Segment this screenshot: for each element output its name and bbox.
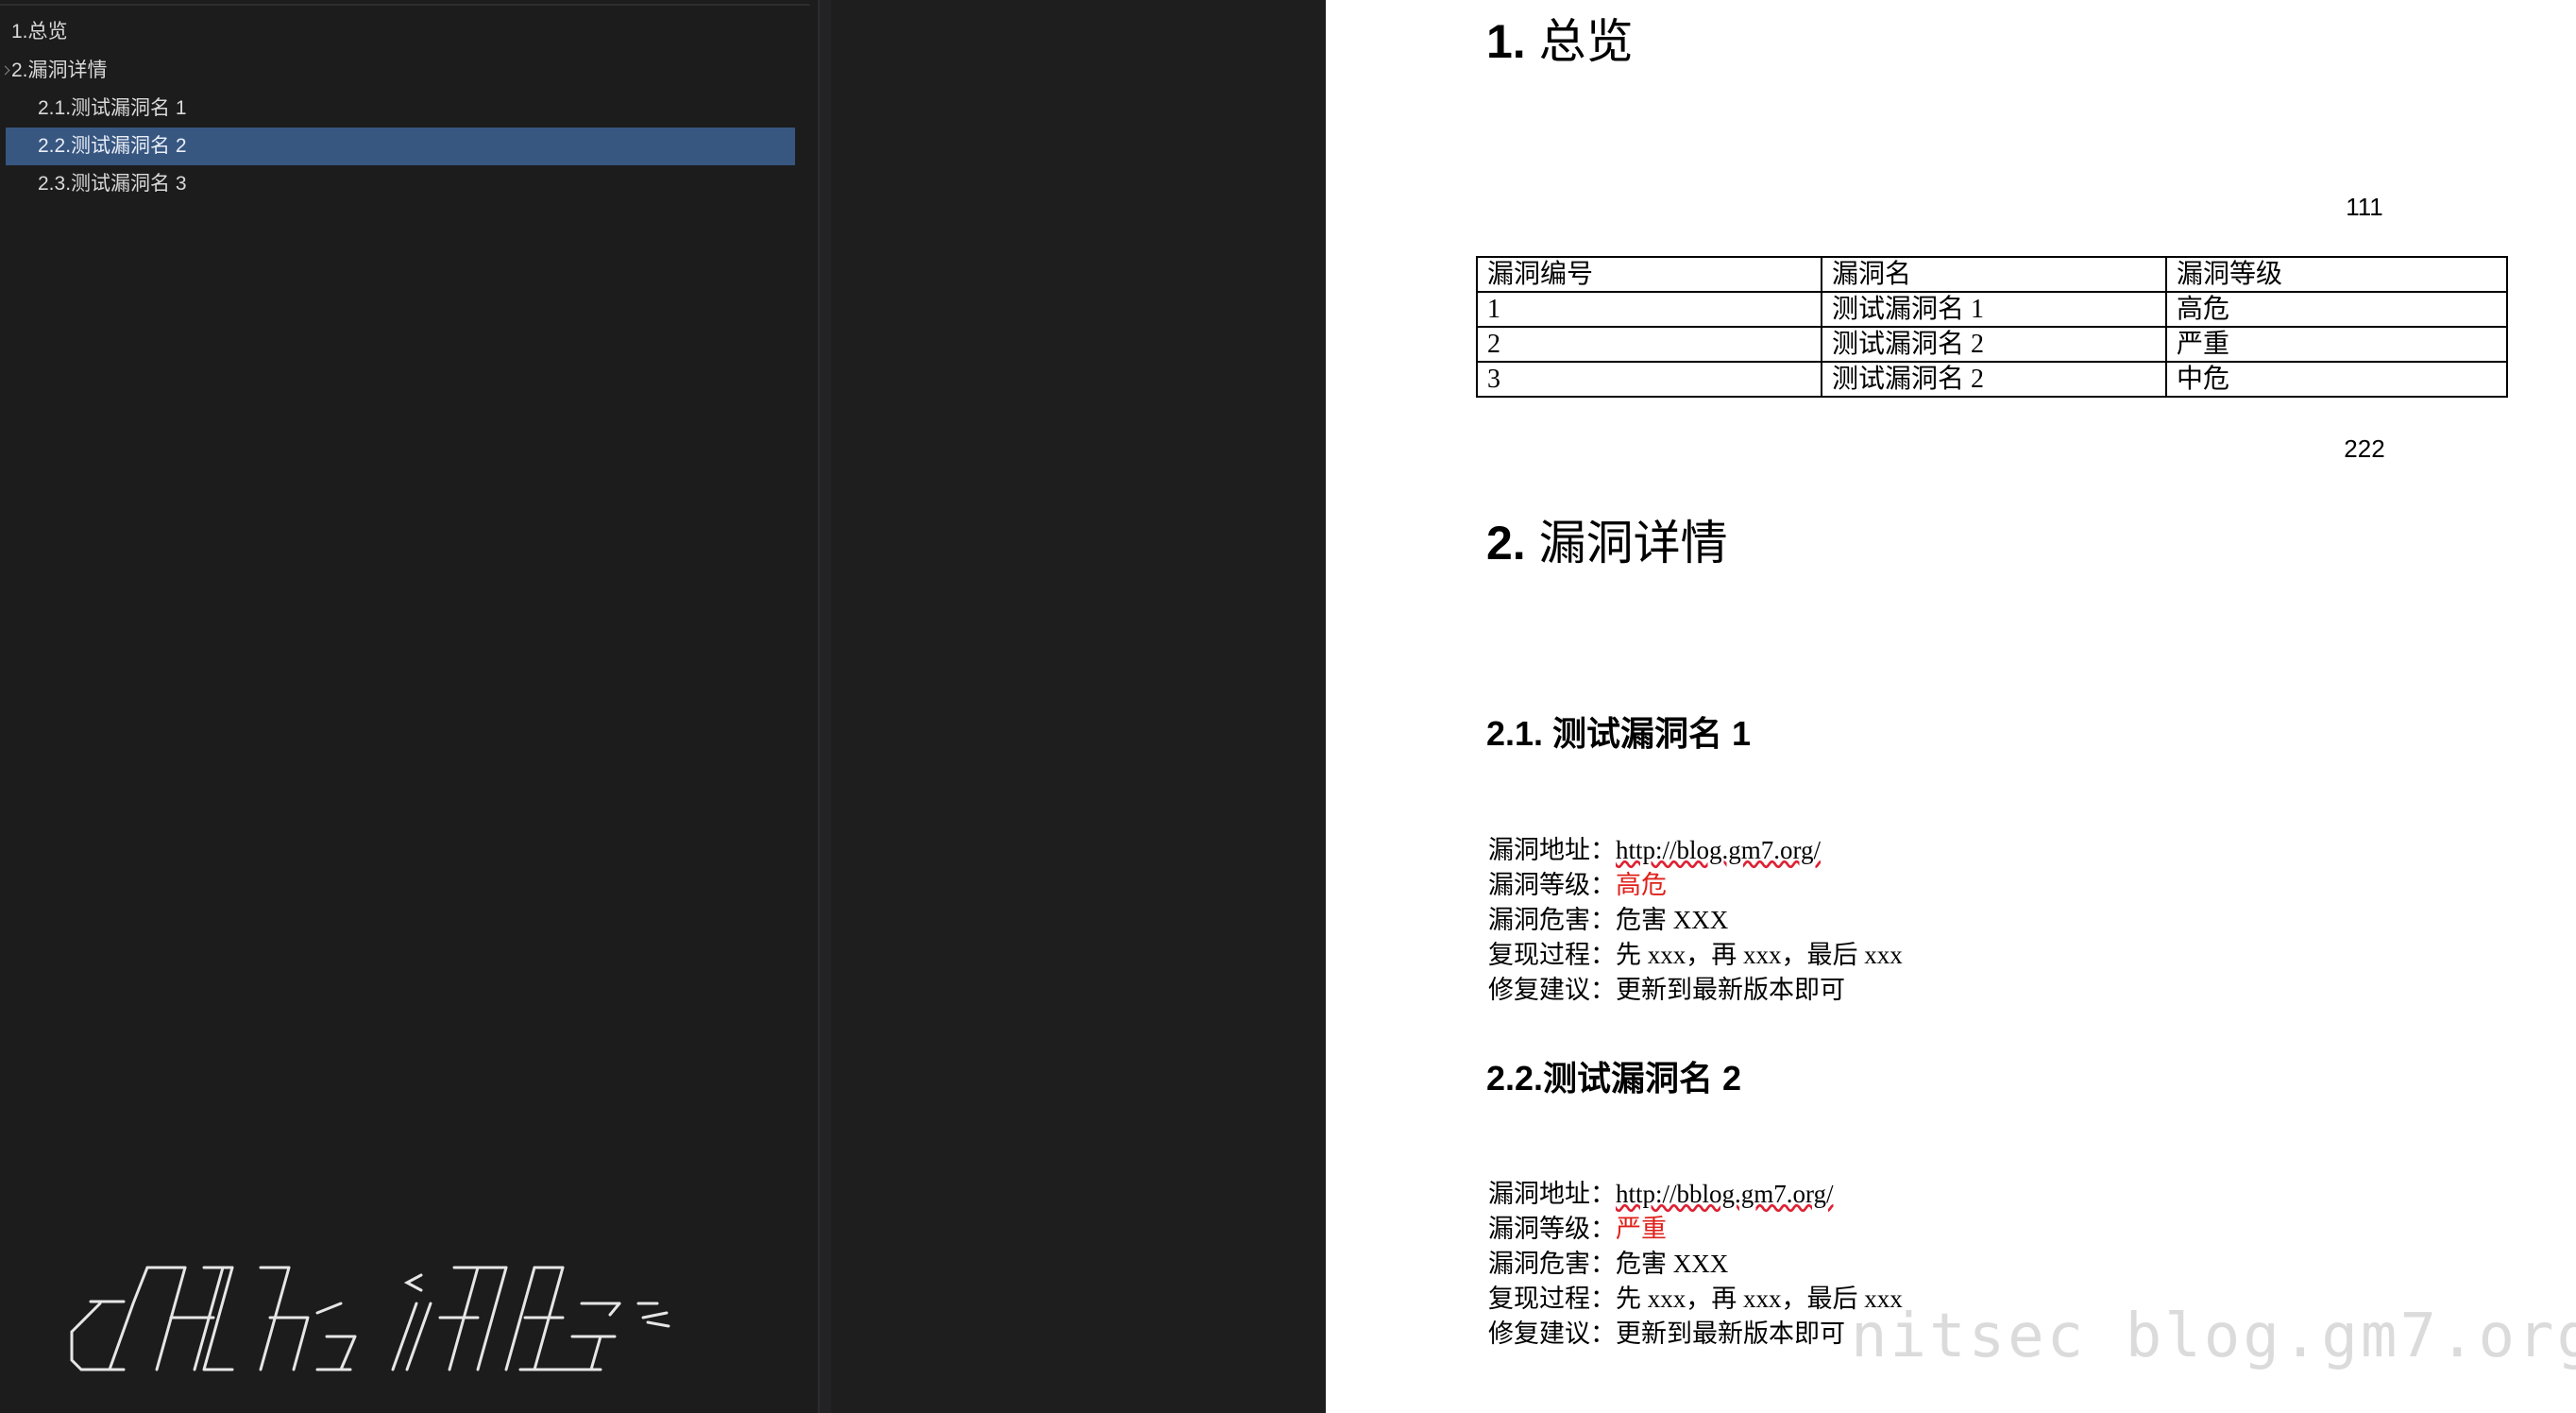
outline-item-label: 2.1.测试漏洞名 1 bbox=[38, 97, 187, 119]
table-header-row: 漏洞编号 漏洞名 漏洞等级 bbox=[1476, 256, 2508, 293]
table-cell: 中危 bbox=[2165, 361, 2508, 398]
detail-label: 漏洞地址： bbox=[1488, 836, 1616, 864]
table-row: 1 测试漏洞名 1 高危 bbox=[1476, 291, 2508, 328]
heading-text: 总览 bbox=[1538, 15, 1634, 68]
outline-item-label: 2.3.测试漏洞名 3 bbox=[38, 173, 187, 195]
heading-number: 1. bbox=[1486, 15, 1526, 68]
detail-row-level: 漏洞等级：严重 bbox=[1488, 1212, 1903, 1247]
chevron-right-icon[interactable] bbox=[0, 65, 10, 76]
detail-row-harm: 漏洞危害：危害 XXX bbox=[1488, 903, 1903, 938]
detail-row-fix: 修复建议：更新到最新版本即可 bbox=[1488, 973, 1903, 1008]
detail-label: 漏洞危害： bbox=[1488, 1250, 1616, 1278]
table-cell: 测试漏洞名 1 bbox=[1821, 291, 2167, 328]
table-header-cell: 漏洞编号 bbox=[1476, 256, 1822, 293]
detail-label: 修复建议： bbox=[1488, 1319, 1616, 1348]
detail-row-repro: 复现过程：先 xxx，再 xxx，最后 xxx bbox=[1488, 1282, 1903, 1317]
outline-item-vuln-1[interactable]: 2.1.测试漏洞名 1 bbox=[38, 90, 793, 128]
table-cell: 1 bbox=[1476, 291, 1822, 328]
detail-value: 危害 XXX bbox=[1616, 1250, 1729, 1278]
heading-overview: 1. 总览 bbox=[1486, 4, 1634, 72]
caption-top: 111 bbox=[2346, 193, 2383, 221]
detail-row-harm: 漏洞危害：危害 XXX bbox=[1488, 1247, 1903, 1282]
detail-row-address: 漏洞地址：http://bblog.gm7.org/ bbox=[1488, 1177, 1903, 1212]
detail-label: 漏洞等级： bbox=[1488, 871, 1616, 899]
vuln-2-details: 漏洞地址：http://bblog.gm7.org/ 漏洞等级：严重 漏洞危害：… bbox=[1488, 1177, 1903, 1352]
table-header-cell: 漏洞名 bbox=[1821, 256, 2167, 293]
ascii-art-logo bbox=[70, 1266, 670, 1371]
table-cell: 测试漏洞名 2 bbox=[1821, 361, 2167, 398]
heading-details: 2. 漏洞详情 bbox=[1486, 505, 1728, 573]
outline-pane: 1.总览 2.漏洞详情 2.1.测试漏洞名 1 2.2.测试漏洞名 2 2.3.… bbox=[0, 0, 820, 1413]
heading-vuln-1: 2.1. 测试漏洞名 1 bbox=[1486, 714, 1752, 753]
detail-label: 复现过程： bbox=[1488, 941, 1616, 969]
splitter-handle[interactable] bbox=[820, 0, 831, 1413]
table-cell: 严重 bbox=[2165, 326, 2508, 363]
detail-row-address: 漏洞地址：http://blog.gm7.org/ bbox=[1488, 833, 1903, 868]
outline-item-details[interactable]: 2.漏洞详情 bbox=[0, 52, 786, 90]
detail-label: 漏洞等级： bbox=[1488, 1215, 1616, 1243]
detail-label: 漏洞危害： bbox=[1488, 906, 1616, 934]
outline-item-vuln-2[interactable]: 2.2.测试漏洞名 2 bbox=[6, 128, 795, 165]
table-cell: 2 bbox=[1476, 326, 1822, 363]
detail-label: 漏洞地址： bbox=[1488, 1180, 1616, 1208]
detail-row-fix: 修复建议：更新到最新版本即可 bbox=[1488, 1317, 1903, 1352]
detail-value: 先 xxx，再 xxx，最后 xxx bbox=[1616, 1285, 1903, 1313]
detail-row-repro: 复现过程：先 xxx，再 xxx，最后 xxx bbox=[1488, 938, 1903, 973]
detail-label: 复现过程： bbox=[1488, 1285, 1616, 1313]
outline-item-overview[interactable]: 1.总览 bbox=[11, 13, 786, 51]
document-preview: 1. 总览 111 漏洞编号 漏洞名 漏洞等级 1 测试漏洞名 1 高危 2 测… bbox=[1326, 0, 2576, 1413]
table-row: 3 测试漏洞名 2 中危 bbox=[1476, 361, 2508, 398]
heading-number: 2. bbox=[1486, 517, 1526, 570]
detail-row-level: 漏洞等级：高危 bbox=[1488, 868, 1903, 903]
heading-text: 漏洞详情 bbox=[1538, 517, 1728, 570]
table-header-cell: 漏洞等级 bbox=[2165, 256, 2508, 293]
detail-link[interactable]: http://blog.gm7.org/ bbox=[1616, 836, 1821, 864]
outline-item-label: 2.漏洞详情 bbox=[11, 60, 108, 81]
detail-value: 危害 XXX bbox=[1616, 906, 1729, 934]
outline-item-label: 2.2.测试漏洞名 2 bbox=[38, 135, 187, 157]
level-value: 高危 bbox=[1616, 871, 1667, 899]
detail-value: 更新到最新版本即可 bbox=[1616, 976, 1845, 1004]
detail-value: 更新到最新版本即可 bbox=[1616, 1319, 1845, 1348]
detail-value: 先 xxx，再 xxx，最后 xxx bbox=[1616, 941, 1903, 969]
table-row: 2 测试漏洞名 2 严重 bbox=[1476, 326, 2508, 363]
vulnerability-table: 漏洞编号 漏洞名 漏洞等级 1 测试漏洞名 1 高危 2 测试漏洞名 2 严重 … bbox=[1476, 256, 2508, 398]
vuln-1-details: 漏洞地址：http://blog.gm7.org/ 漏洞等级：高危 漏洞危害：危… bbox=[1488, 833, 1903, 1008]
table-cell: 测试漏洞名 2 bbox=[1821, 326, 2167, 363]
detail-label: 修复建议： bbox=[1488, 976, 1616, 1004]
pane-border bbox=[0, 4, 810, 6]
heading-vuln-2: 2.2.测试漏洞名 2 bbox=[1486, 1059, 1742, 1098]
level-value: 严重 bbox=[1616, 1215, 1667, 1243]
table-cell: 3 bbox=[1476, 361, 1822, 398]
outline-item-vuln-3[interactable]: 2.3.测试漏洞名 3 bbox=[38, 165, 793, 203]
outline-item-label: 1.总览 bbox=[11, 21, 68, 43]
table-cell: 高危 bbox=[2165, 291, 2508, 328]
detail-link[interactable]: http://bblog.gm7.org/ bbox=[1616, 1180, 1834, 1208]
caption-bottom: 222 bbox=[2344, 434, 2385, 463]
